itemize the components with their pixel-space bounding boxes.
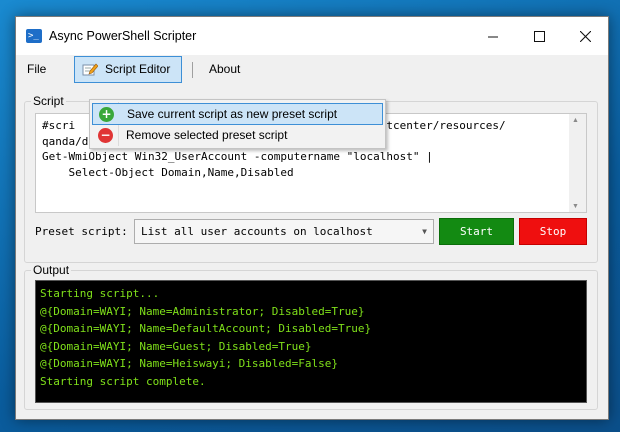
output-line: Starting script... [40,287,160,300]
close-icon [579,30,591,42]
editor-line: Select-Object Domain,Name,Disabled [42,165,294,179]
add-icon: + [99,107,114,122]
output-line: Starting script complete. [40,374,206,388]
preset-script-value: List all user accounts on localhost [141,225,373,238]
stop-button[interactable]: Stop [519,218,587,245]
remove-icon: − [98,128,113,143]
output-group-title: Output [31,263,72,277]
output-line: @{Domain=WAYI; Name=DefaultAccount; Disa… [40,322,372,336]
window-title: Async PowerShell Scripter [49,29,197,43]
preset-script-label: Preset script: [35,225,128,238]
menu-item-remove-preset[interactable]: − Remove selected preset script [92,125,383,147]
title-bar[interactable]: >_ Async PowerShell Scripter [16,17,608,55]
minimize-button[interactable] [470,17,516,55]
output-group: Output Starting script... @{Domain=WAYI; … [24,263,598,410]
output-console[interactable]: Starting script... @{Domain=WAYI; Name=Ad… [35,280,587,403]
menu-item-remove-preset-label: Remove selected preset script [126,128,288,142]
chevron-down-icon: ▼ [422,227,427,236]
menu-separator [192,62,193,78]
menu-about[interactable]: About [209,55,240,85]
editor-line: Get-WmiObject Win32_UserAccount -compute… [42,150,433,163]
close-button[interactable] [562,17,608,55]
menu-bar: File Script Editor About [16,55,608,85]
menu-item-save-preset[interactable]: + Save current script as new preset scri… [92,103,383,125]
start-button[interactable]: Start [439,218,514,245]
menu-script-editor-label: Script Editor [105,62,171,76]
maximize-button[interactable] [516,17,562,55]
maximize-icon [533,30,545,42]
output-line: @{Domain=WAYI; Name=Heiswayi; Disabled=F… [40,357,339,371]
scroll-down-icon[interactable]: ▼ [572,203,579,210]
output-line: @{Domain=WAYI; Name=Administrator; Disab… [40,304,365,318]
menu-file[interactable]: File [27,55,46,85]
edit-script-icon [82,63,98,76]
menu-script-editor[interactable]: Script Editor [74,56,182,83]
output-line: @{Domain=WAYI; Name=Guest; Disabled=True… [40,339,312,353]
script-group-title: Script [31,94,66,108]
script-editor-dropdown-menu: + Save current script as new preset scri… [89,99,386,149]
output-text: Starting script... @{Domain=WAYI; Name=Ad… [40,285,371,391]
powershell-icon: >_ [26,29,42,43]
scroll-up-icon[interactable]: ▲ [572,117,579,124]
menu-item-save-preset-label: Save current script as new preset script [127,107,338,121]
app-window: >_ Async PowerShell Scripter File Script… [15,16,609,420]
preset-script-select[interactable]: List all user accounts on localhost ▼ [134,219,434,244]
minimize-icon [487,36,498,37]
editor-vertical-scrollbar[interactable]: ▲ ▼ [569,114,586,212]
